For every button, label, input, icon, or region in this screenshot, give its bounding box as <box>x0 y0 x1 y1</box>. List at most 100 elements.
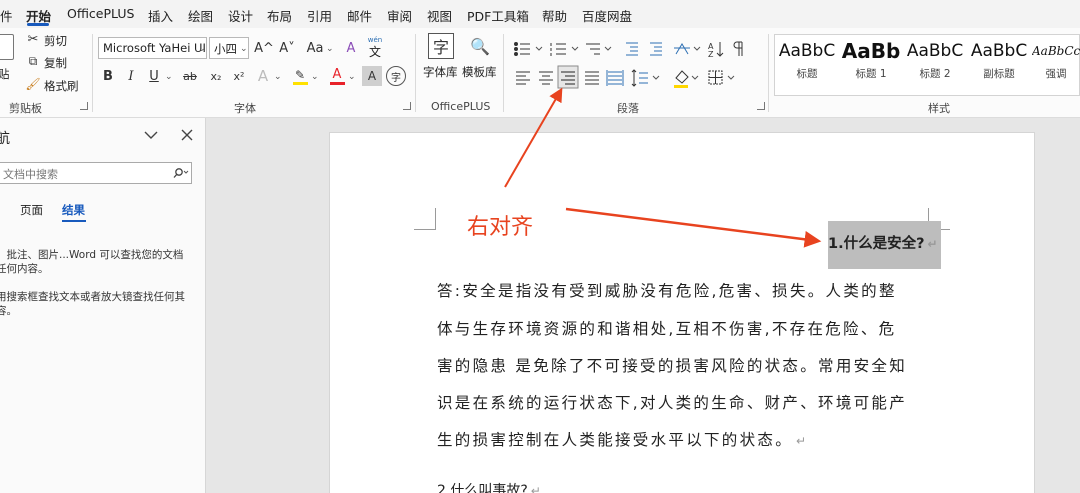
chinese-layout-chevron-icon[interactable] <box>693 46 701 51</box>
close-icon[interactable] <box>181 129 193 141</box>
menu-view[interactable]: 视图 <box>427 6 452 25</box>
document-page[interactable]: 1.什么是安全? ↵ 答:安全是指没有受到威胁没有危险,危害、损失。人类的整 体与… <box>329 132 1035 493</box>
chinese-layout-icon[interactable] <box>674 43 690 55</box>
numbering-chevron-icon[interactable] <box>571 46 579 51</box>
template-library-icon[interactable]: 🔍 <box>468 33 492 59</box>
chevron-down-icon[interactable] <box>144 130 158 140</box>
font-name-combo[interactable]: Microsoft YaHei UI <box>98 37 207 59</box>
font-library-button[interactable]: 字体库 <box>423 64 458 80</box>
subscript-button[interactable]: x₂ <box>205 65 227 87</box>
underline-chevron-icon[interactable]: ⌄ <box>165 72 173 82</box>
distributed-icon[interactable] <box>606 70 624 86</box>
body-line[interactable]: 答:安全是指没有受到威胁没有危险,危害、损失。人类的整 <box>437 279 897 301</box>
show-formatting-marks-icon[interactable] <box>733 41 743 56</box>
change-case-button[interactable]: Aa <box>302 37 328 59</box>
menu-draw[interactable]: 绘图 <box>188 6 213 25</box>
menu-file[interactable]: 件 <box>0 6 13 25</box>
bold-button[interactable]: B <box>97 65 119 87</box>
style-heading-1[interactable]: AaBb 标题 1 <box>840 36 902 94</box>
copy-icon[interactable]: ⧉ <box>24 52 42 70</box>
font-name-chevron-icon[interactable]: ⌄ <box>198 44 206 54</box>
justify-icon[interactable] <box>585 71 599 85</box>
menu-review[interactable]: 审阅 <box>387 6 412 25</box>
line-spacing-icon[interactable] <box>631 69 648 87</box>
multilevel-list-icon[interactable] <box>586 43 600 55</box>
highlight-chevron-icon[interactable]: ⌄ <box>311 72 319 82</box>
decrease-indent-icon[interactable] <box>626 42 638 56</box>
superscript-button[interactable]: x² <box>228 65 250 87</box>
italic-button[interactable]: I <box>120 65 142 87</box>
styles-group-label: 样式 <box>928 102 950 115</box>
grow-font-button[interactable]: A^ <box>253 37 275 59</box>
strikethrough-button[interactable]: ab <box>179 65 201 87</box>
sort-icon[interactable]: AZ <box>708 42 724 59</box>
font-color-chevron-icon[interactable]: ⌄ <box>348 72 356 82</box>
body-line[interactable]: 体与生存环境资源的和谐相处,互相不伤害,不存在危险、危 <box>437 317 896 339</box>
format-painter-button[interactable]: 格式刷 <box>44 78 79 94</box>
clear-formatting-icon[interactable]: A <box>340 37 362 59</box>
bullets-chevron-icon[interactable] <box>535 46 543 51</box>
scissors-icon[interactable]: ✂ <box>24 30 42 48</box>
paste-label[interactable]: 贴 <box>0 66 10 82</box>
shrink-font-button[interactable]: A˅ <box>276 37 298 59</box>
copy-button[interactable]: 复制 <box>44 55 67 71</box>
style-heading-2-sample: AaBbC <box>906 41 964 61</box>
nav-search-input[interactable]: 文档中搜索 <box>0 162 192 184</box>
paragraph-launcher-icon[interactable] <box>757 102 765 110</box>
borders-chevron-icon[interactable] <box>727 75 735 80</box>
template-library-button[interactable]: 模板库 <box>462 64 497 80</box>
format-painter-icon[interactable]: 🖌 <box>24 75 42 93</box>
menu-mailings[interactable]: 邮件 <box>347 6 372 25</box>
paragraph-mark: ↵ <box>796 434 809 448</box>
phonetic-guide-icon[interactable]: wén 文 <box>364 36 386 60</box>
body-line[interactable]: 害的隐患 是免除了不可接受的损害风险的状态。常用安全知 <box>437 354 907 376</box>
active-tab-indicator <box>27 23 49 26</box>
shading-chevron-icon[interactable] <box>691 75 699 80</box>
underline-button[interactable]: U <box>143 65 165 87</box>
font-color-button[interactable]: A <box>326 65 348 87</box>
text-effects-chevron-icon[interactable]: ⌄ <box>274 72 282 82</box>
enclose-characters-button[interactable]: 字 <box>386 66 406 86</box>
style-emphasis[interactable]: AaBbCcI 强调 <box>1032 36 1080 94</box>
font-launcher-icon[interactable] <box>403 102 411 110</box>
increase-indent-icon[interactable] <box>650 42 662 56</box>
character-shading-button[interactable]: A <box>362 66 382 86</box>
navigation-pane: 航 文档中搜索 页面 结果 、批注、图片...Word 可以查找您的文档 任何内… <box>0 118 206 493</box>
line-spacing-chevron-icon[interactable] <box>652 75 660 80</box>
paste-icon[interactable] <box>0 34 14 60</box>
heading-2-text[interactable]: 2.什么叫事故? ↵ <box>437 480 541 493</box>
nav-tab-results[interactable]: 结果 <box>62 202 85 218</box>
align-left-icon[interactable] <box>516 71 530 85</box>
numbering-icon[interactable] <box>550 43 566 56</box>
style-heading-2[interactable]: AaBbC 标题 2 <box>904 36 966 94</box>
clipboard-launcher-icon[interactable] <box>80 102 88 110</box>
cut-button[interactable]: 剪切 <box>44 33 67 49</box>
style-title[interactable]: AaBbC 标题 <box>776 36 838 94</box>
shading-icon[interactable] <box>674 70 689 88</box>
text-effects-button[interactable]: A <box>252 65 274 87</box>
menu-design[interactable]: 设计 <box>228 6 253 25</box>
menu-layout[interactable]: 布局 <box>267 6 292 25</box>
search-icon[interactable] <box>172 167 190 179</box>
menu-help[interactable]: 帮助 <box>542 6 567 25</box>
font-library-icon[interactable]: 字 <box>428 33 454 59</box>
change-case-chevron-icon[interactable]: ⌄ <box>326 44 334 54</box>
nav-tab-pages[interactable]: 页面 <box>20 202 43 218</box>
body-line[interactable]: 识是在系统的运行状态下,对人类的生命、财产、环境可能产 <box>437 391 907 413</box>
menu-insert[interactable]: 插入 <box>148 6 173 25</box>
font-size-chevron-icon[interactable]: ⌄ <box>240 44 248 54</box>
highlight-color-button[interactable]: ✎ <box>289 65 311 87</box>
borders-icon[interactable] <box>708 70 723 85</box>
multilevel-chevron-icon[interactable] <box>604 46 612 51</box>
nav-message-line: 用搜索框查找文本或者放大镜查找任何其 <box>0 291 185 303</box>
align-center-icon[interactable] <box>539 71 553 85</box>
bullets-icon[interactable] <box>514 42 531 56</box>
heading-1-text[interactable]: 1.什么是安全? ↵ <box>828 232 938 253</box>
menu-baidu-netdisk[interactable]: 百度网盘 <box>582 6 632 25</box>
align-right-button[interactable] <box>557 65 579 89</box>
menu-pdf-toolbox[interactable]: PDF工具箱 <box>467 6 529 25</box>
menu-references[interactable]: 引用 <box>307 6 332 25</box>
body-line[interactable]: 生的损害控制在人类能接受水平以下的状态。 ↵ <box>437 428 808 450</box>
menu-officeplus[interactable]: OfficePLUS <box>67 6 134 21</box>
style-subtitle[interactable]: AaBbC 副标题 <box>968 36 1030 94</box>
